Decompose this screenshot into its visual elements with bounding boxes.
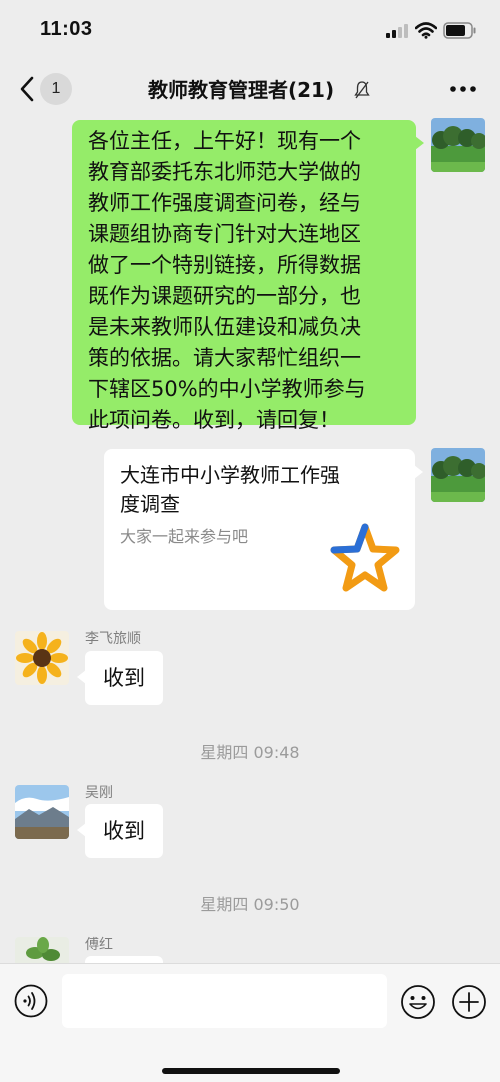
sender-name: 吴刚 [85,785,113,801]
status-bar: 11:03 [0,0,500,60]
outgoing-line: 此项问卷。收到，请回复！ [88,408,340,432]
home-indicator [162,1068,340,1074]
outgoing-line: 教师工作强度调查问卷，经与 [88,191,361,215]
outgoing-line: 策的依据。请大家帮忙组织一 [88,346,361,370]
sender-name: 李飞旅顺 [85,631,141,647]
signal-icon [386,24,408,38]
outgoing-line: 教育部委托东北师范大学做的 [88,160,361,184]
link-card-title-line: 度调查 [120,492,180,516]
my-avatar[interactable] [431,118,485,172]
plus-icon[interactable] [451,984,487,1020]
chevron-left-icon[interactable] [18,75,36,103]
timestamp: 星期四 09:48 [200,743,300,762]
outgoing-line: 既作为课题研究的一部分，也 [88,284,361,308]
sender-avatar[interactable] [15,937,69,963]
message-input[interactable] [62,974,387,1028]
link-card-title-line: 大连市中小学教师工作强 [120,463,340,487]
outgoing-line: 下辖区50%的中小学教师参与 [88,377,366,401]
star-logo-icon [330,523,400,592]
outgoing-line: 课题组协商专门针对大连地区 [88,222,361,246]
link-card-description: 大家一起来参与吧 [120,527,249,546]
chat-screen: 11:03 1 教师教育管理者(21) 各位主任，上午好！现有一个 教育部委托东… [0,0,500,1082]
incoming-message-bubble[interactable]: 收到 [77,651,163,705]
input-bar [0,963,500,1082]
incoming-message-bubble[interactable] [85,956,163,963]
outgoing-line: 是未来教师队伍建设和减负决 [88,315,361,339]
battery-icon [443,22,476,39]
outgoing-line: 做了一个特别链接，所得数据 [88,253,361,277]
sender-name: 傅红 [85,937,113,953]
unread-badge[interactable]: 1 [40,73,72,105]
shared-link-card[interactable]: 大连市中小学教师工作强 度调查 大家一起来参与吧 [104,449,423,610]
sender-avatar[interactable] [15,631,69,685]
more-icon[interactable] [448,84,478,94]
outgoing-message-bubble[interactable]: 各位主任，上午好！现有一个 教育部委托东北师范大学做的 教师工作强度调查问卷，经… [72,120,424,432]
incoming-message-bubble[interactable]: 收到 [77,804,163,858]
timestamp: 星期四 09:50 [200,895,300,914]
status-time: 11:03 [40,18,93,40]
wifi-icon [415,22,437,39]
my-avatar[interactable] [431,448,485,502]
outgoing-line: 各位主任，上午好！现有一个 [88,129,361,153]
mute-icon [354,81,370,99]
emoji-icon[interactable] [400,984,436,1020]
chat-title: 教师教育管理者(21) [148,78,335,102]
link-card-title: 大连市中小学教师工作强 度调查 [120,461,400,519]
nav-bar: 1 教师教育管理者(21) [0,60,500,118]
sender-avatar[interactable] [15,785,69,839]
voice-icon[interactable] [14,984,48,1018]
message-list[interactable]: 各位主任，上午好！现有一个 教育部委托东北师范大学做的 教师工作强度调查问卷，经… [0,118,500,963]
